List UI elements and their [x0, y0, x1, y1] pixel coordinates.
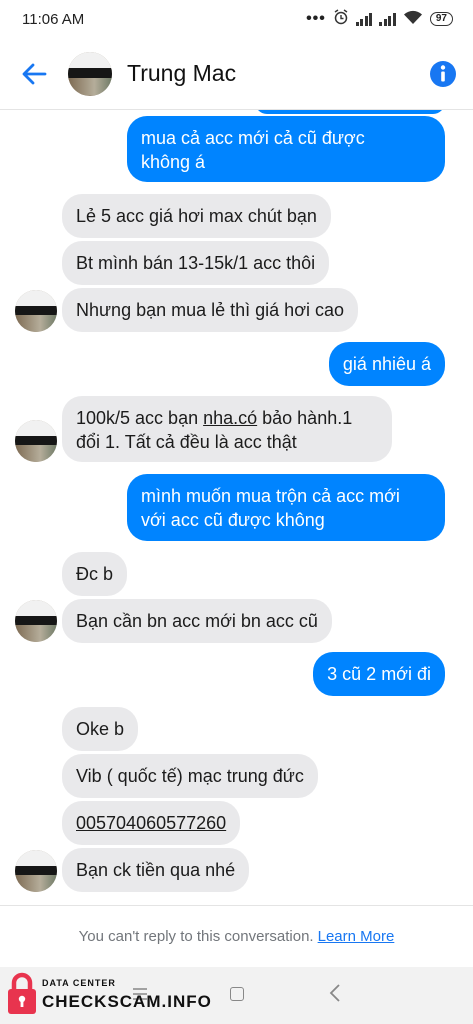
contact-name[interactable]: Trung Mac	[127, 60, 413, 87]
message-bubble-incoming[interactable]: Bt mình bán 13-15k/1 acc thôi	[62, 241, 330, 285]
message-bubble-incoming[interactable]: Lẻ 5 acc giá hơi max chút bạn	[62, 194, 331, 238]
message-link[interactable]: nha.có	[203, 408, 257, 428]
message-bubble-incoming[interactable]: Vib ( quốc tế) mạc trung đức	[62, 754, 318, 798]
notice-text: You can't reply to this conversation.	[78, 928, 314, 945]
message-text: đổi 1. Tất cả đều là acc thật	[76, 432, 297, 452]
battery-icon: 97	[429, 12, 453, 26]
watermark-big-text: CHECKSCAM.INFO	[42, 992, 212, 1011]
sender-avatar[interactable]	[15, 850, 57, 892]
message-text: Oke b	[76, 719, 125, 739]
message-text: giá nhiêu á	[342, 354, 431, 374]
message-text: 3 cũ 2 mới đi	[327, 664, 431, 684]
status-time: 11:06 AM	[22, 10, 85, 28]
home-button[interactable]	[230, 987, 244, 1001]
message-text: không á	[141, 152, 206, 172]
status-bar: 11:06 AM ••• 97	[0, 0, 473, 38]
message-bubble-incoming[interactable]: 100k/5 acc bạn nha.có bảo hành.1 đổi 1. …	[62, 396, 392, 462]
cannot-reply-notice: You can't reply to this conversation. Le…	[0, 905, 473, 967]
wifi-icon	[403, 10, 423, 29]
message-bubble-incoming[interactable]: Đc b	[62, 552, 128, 596]
message-bubble-incoming[interactable]: 005704060577260	[62, 801, 241, 845]
message-bubble-outgoing[interactable]: mua cả acc mới cả cũ được không á	[127, 116, 445, 182]
message-phone-number[interactable]: 005704060577260	[76, 813, 226, 833]
message-text: Đc b	[76, 564, 114, 584]
message-text: với acc cũ được không	[141, 510, 325, 530]
arrow-left-icon	[22, 63, 47, 84]
message-text: Bạn ck tiền qua nhé	[76, 860, 236, 880]
message-bubble-incoming[interactable]: Oke b	[62, 707, 139, 751]
info-icon	[430, 60, 456, 87]
alarm-icon	[333, 9, 349, 29]
message-text: Vib ( quốc tế) mạc trung đức	[76, 766, 304, 786]
conversation-header: Trung Mac	[0, 38, 473, 110]
watermark: DATA CENTER CHECKSCAM.INFO	[6, 970, 211, 1018]
message-list[interactable]: mua cả acc mới cả cũ được không á Lẻ 5 a…	[0, 110, 473, 905]
watermark-small-text: DATA CENTER	[42, 978, 116, 988]
signal-icon	[355, 12, 373, 26]
message-text: mình muốn mua trộn cả acc mới	[141, 486, 400, 506]
nav-back-button[interactable]	[328, 983, 342, 1008]
sender-avatar[interactable]	[15, 420, 57, 462]
message-bubble-incoming[interactable]: Bạn ck tiền qua nhé	[62, 848, 250, 892]
status-icons: ••• 97	[306, 9, 453, 29]
lock-icon	[8, 972, 36, 1014]
contact-avatar[interactable]	[68, 51, 112, 96]
message-bubble-outgoing[interactable]: giá nhiêu á	[328, 342, 445, 386]
message-bubble-outgoing[interactable]	[255, 110, 445, 114]
message-text: mua cả acc mới cả cũ được	[141, 128, 365, 148]
chevron-left-icon	[329, 984, 340, 1002]
message-bubble-incoming[interactable]: Bạn cần bn acc mới bn acc cũ	[62, 599, 332, 643]
message-text: 100k/5 acc bạn nha.có bảo hành.1	[76, 408, 353, 428]
info-button[interactable]	[413, 60, 473, 88]
message-bubble-outgoing[interactable]: mình muốn mua trộn cả acc mới với acc cũ…	[127, 474, 445, 541]
back-button[interactable]	[0, 38, 68, 110]
message-bubble-incoming[interactable]: Nhưng bạn mua lẻ thì giá hơi cao	[62, 288, 359, 332]
message-text: Bạn cần bn acc mới bn acc cũ	[76, 611, 318, 631]
learn-more-link[interactable]: Learn More	[318, 928, 395, 945]
message-text: Lẻ 5 acc giá hơi max chút bạn	[76, 206, 317, 226]
sender-avatar[interactable]	[15, 290, 57, 332]
message-bubble-outgoing[interactable]: 3 cũ 2 mới đi	[313, 652, 445, 696]
sender-avatar[interactable]	[15, 600, 57, 642]
message-text: Bt mình bán 13-15k/1 acc thôi	[76, 253, 316, 273]
more-notifications-icon: •••	[306, 10, 326, 27]
message-text: Nhưng bạn mua lẻ thì giá hơi cao	[76, 300, 345, 320]
signal-icon-2	[379, 12, 396, 26]
